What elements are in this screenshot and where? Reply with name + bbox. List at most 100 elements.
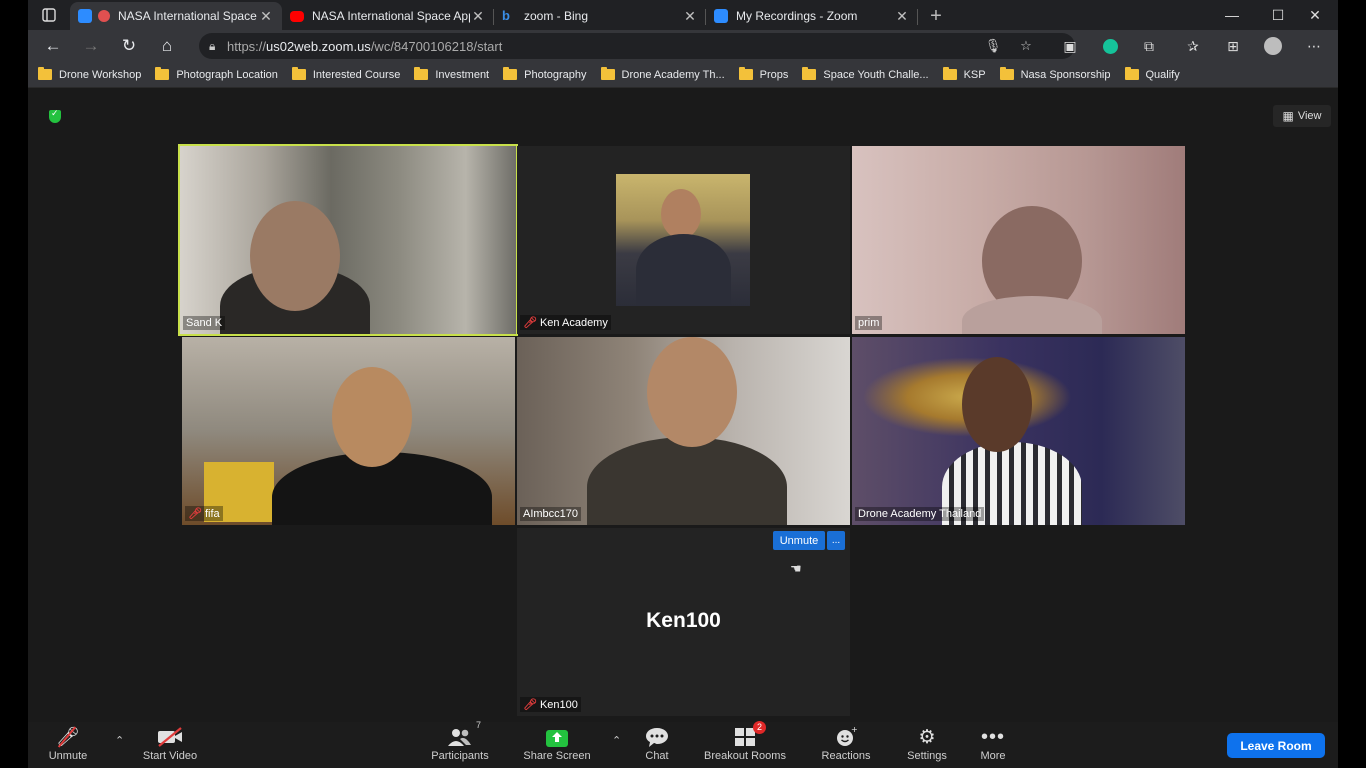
refresh-icon[interactable]: ↻ xyxy=(110,31,148,61)
bookmark-folder[interactable]: Drone Academy Th... xyxy=(600,67,725,81)
bookmark-folder[interactable]: Props xyxy=(738,67,788,81)
minimize-icon[interactable]: — xyxy=(1209,0,1255,30)
address-bar[interactable]: 🔒︎ https://us02web.zoom.us/wc/8470010621… xyxy=(199,33,1075,59)
bookmarks-bar: Drone Workshop Photograph Location Inter… xyxy=(28,62,1338,88)
participants-icon: 7 xyxy=(447,720,481,750)
bookmark-folder[interactable]: Space Youth Challe... xyxy=(802,67,929,81)
more-dots-icon: ••• xyxy=(980,725,1005,748)
tab-zoom-bing[interactable]: b zoom - Bing ✕ xyxy=(494,2,706,30)
folder-icon xyxy=(1124,67,1139,80)
reactions-smiley-icon: + xyxy=(835,724,857,750)
breakout-rooms-badge: 2 xyxy=(752,721,766,734)
tab-actions-icon[interactable] xyxy=(28,0,70,30)
tab-title: NASA International Space A xyxy=(118,9,258,23)
back-icon[interactable]: ← xyxy=(34,31,72,61)
view-button[interactable]: ▦ View xyxy=(1273,105,1331,127)
folder-icon xyxy=(738,67,753,80)
more-button[interactable]: ••• More xyxy=(978,724,1008,763)
participants-count: 7 xyxy=(475,720,481,730)
lock-icon: 🔒︎ xyxy=(209,38,216,53)
video-tile-ken-academy[interactable]: 🎤︎ Ken Academy xyxy=(517,146,850,334)
chat-button[interactable]: Chat xyxy=(640,724,674,762)
bookmark-folder[interactable]: Interested Course xyxy=(291,67,400,81)
profile-avatar-icon[interactable] xyxy=(1256,30,1290,62)
muted-mic-icon: 🎤︎ xyxy=(523,317,537,329)
home-icon[interactable]: ⌂ xyxy=(148,31,186,61)
participant-name-label: AImbcc170 xyxy=(520,507,582,521)
folder-icon xyxy=(999,67,1014,80)
menu-icon[interactable]: ⋯ xyxy=(1297,30,1331,62)
close-window-icon[interactable]: ✕ xyxy=(1292,0,1338,30)
tile-more-options-button[interactable]: ... xyxy=(827,531,845,550)
close-tab-icon[interactable]: ✕ xyxy=(894,8,910,25)
gear-icon: ⚙︎ xyxy=(918,726,936,748)
close-tab-icon[interactable]: ✕ xyxy=(258,8,274,25)
svg-text:+: + xyxy=(851,726,857,734)
bookmark-folder[interactable]: Drone Workshop xyxy=(38,67,141,81)
youtube-icon xyxy=(290,10,304,22)
folder-icon xyxy=(600,67,615,80)
video-tile-sand-k[interactable]: Sand K xyxy=(178,144,518,336)
tab-nasa-youtube[interactable]: NASA International Space App T ✕ xyxy=(282,2,494,30)
url-prefix: https:// xyxy=(227,38,267,54)
forward-icon[interactable]: → xyxy=(72,31,110,61)
close-tab-icon[interactable]: ✕ xyxy=(470,8,486,25)
participant-name-label: 🎤︎ Ken100 xyxy=(520,697,581,712)
share-screen-icon xyxy=(545,724,569,750)
participant-name-label: Drone Academy Thailand xyxy=(855,507,985,521)
bookmark-folder[interactable]: Photograph Location xyxy=(155,67,278,81)
tab-title: NASA International Space App T xyxy=(312,9,470,23)
video-tile-aimbcc170[interactable]: AImbcc170 xyxy=(517,337,850,525)
url-path: /wc/84700106218/start xyxy=(370,38,503,54)
participant-body xyxy=(636,234,731,306)
microphone-icon[interactable]: 🎙︎ xyxy=(981,36,1005,56)
add-favorite-icon[interactable]: ☆ xyxy=(1014,36,1038,56)
encryption-shield-icon[interactable] xyxy=(49,108,61,123)
extensions-icon[interactable]: ▣ xyxy=(1053,30,1087,62)
video-feed xyxy=(616,174,750,306)
hand-cursor-icon: ☚ xyxy=(790,561,802,576)
breakout-rooms-button[interactable]: 2 Breakout Rooms xyxy=(702,721,788,762)
settings-button[interactable]: ⚙︎ Settings xyxy=(905,724,949,763)
tab-my-recordings[interactable]: My Recordings - Zoom ✕ xyxy=(706,2,918,30)
participant-head xyxy=(332,367,412,467)
grammarly-icon[interactable] xyxy=(1093,30,1127,62)
close-tab-icon[interactable]: ✕ xyxy=(682,8,698,25)
participant-head xyxy=(250,201,340,311)
zoom-icon xyxy=(78,9,92,23)
tab-nasa-zoom[interactable]: NASA International Space A ✕ xyxy=(70,2,282,30)
bookmark-folder[interactable]: Investment xyxy=(414,67,489,81)
folder-icon xyxy=(503,67,518,80)
video-tile-prim[interactable]: prim xyxy=(852,146,1185,334)
bookmark-folder[interactable]: Qualify xyxy=(1124,67,1180,81)
bing-icon: b xyxy=(502,8,510,23)
favorites-icon[interactable]: ✰ xyxy=(1176,30,1210,62)
new-tab-button[interactable]: + xyxy=(922,2,950,30)
participant-head xyxy=(661,189,701,239)
muted-microphone-icon: 🎤︎ xyxy=(55,726,81,748)
collections-icon[interactable]: ⊞ xyxy=(1216,30,1250,62)
video-tile-drone-academy-thailand[interactable]: Drone Academy Thailand xyxy=(852,337,1185,525)
bookmark-folder[interactable]: Photography xyxy=(503,67,587,81)
participant-name-label: 🎤︎ fifa xyxy=(185,506,223,521)
video-tile-fifa[interactable]: 🎤︎ fifa xyxy=(182,337,515,525)
bookmark-folder[interactable]: KSP xyxy=(942,67,986,81)
participant-name-display: Ken100 xyxy=(646,609,721,632)
share-screen-button[interactable]: Share Screen xyxy=(522,724,592,762)
reactions-button[interactable]: + Reactions xyxy=(820,724,872,762)
muted-mic-icon: 🎤︎ xyxy=(523,699,537,711)
chat-icon xyxy=(645,724,669,750)
grid-icon: ▦ xyxy=(1282,109,1294,123)
folder-icon xyxy=(155,67,170,80)
ask-to-unmute-button[interactable]: Unmute xyxy=(773,531,825,550)
start-video-button[interactable]: Start Video xyxy=(140,724,200,762)
share-options-chevron-icon[interactable]: ⌃ xyxy=(612,734,621,747)
bookmark-folder[interactable]: Nasa Sponsorship xyxy=(999,67,1111,81)
participants-button[interactable]: 7 Participants xyxy=(428,720,492,762)
address-toolbar: ← → ↻ ⌂ 🔒︎ https://us02web.zoom.us/wc/84… xyxy=(28,30,1338,62)
tab-strip: NASA International Space A ✕ NASA Intern… xyxy=(28,0,1338,30)
unmute-button[interactable]: 🎤︎ Unmute xyxy=(46,724,90,762)
leave-room-button[interactable]: Leave Room xyxy=(1227,733,1325,758)
puzzle-extensions-icon[interactable]: ⧉ xyxy=(1132,30,1166,62)
audio-options-chevron-icon[interactable]: ⌃ xyxy=(115,734,124,747)
